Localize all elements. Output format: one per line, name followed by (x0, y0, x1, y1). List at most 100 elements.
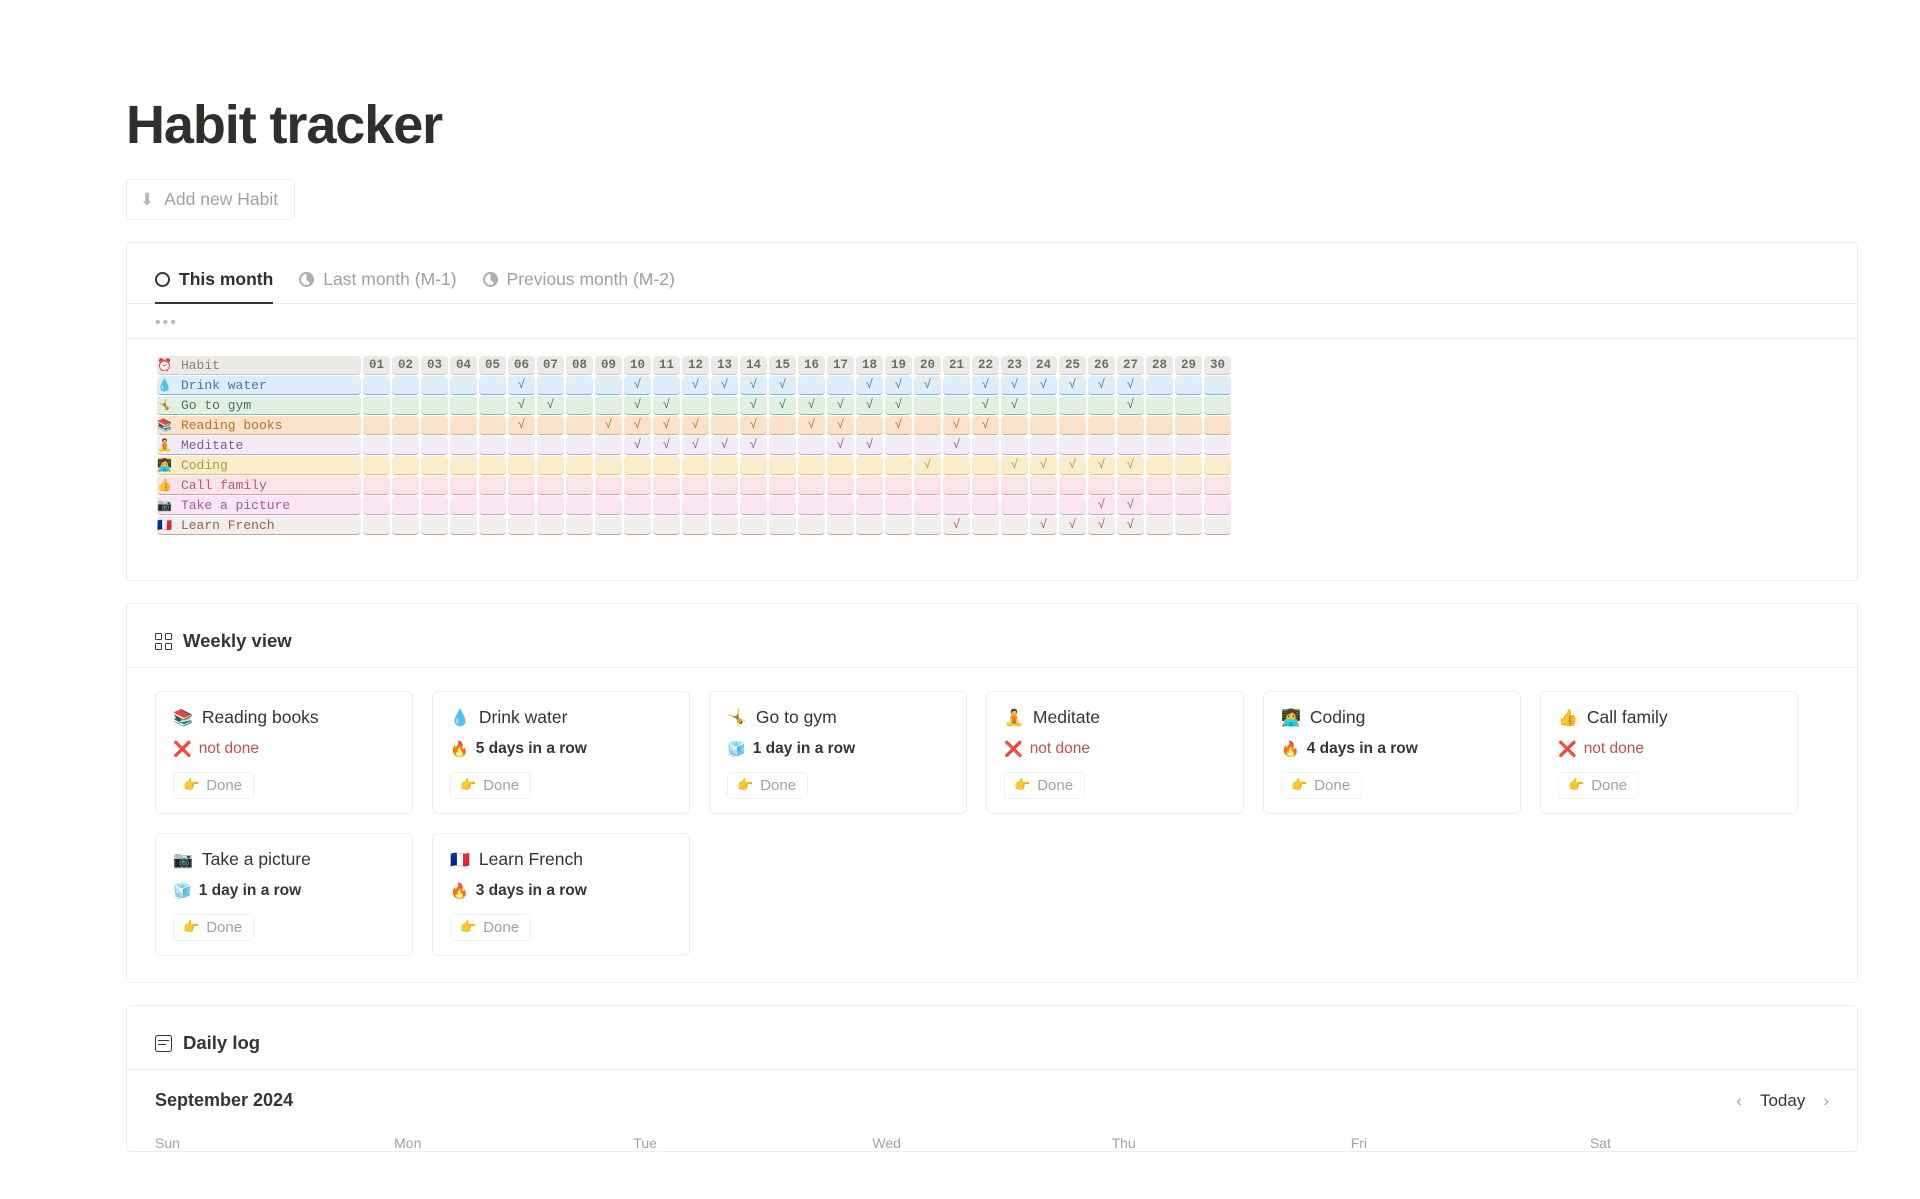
matrix-day-cell[interactable] (363, 476, 390, 496)
matrix-day-cell[interactable] (1204, 396, 1231, 416)
matrix-day-cell[interactable]: √ (1030, 456, 1057, 476)
matrix-day-cell[interactable] (1001, 516, 1028, 536)
matrix-day-cell[interactable] (421, 376, 448, 396)
matrix-day-cell[interactable] (914, 396, 941, 416)
matrix-day-cell[interactable] (943, 456, 970, 476)
matrix-day-cell[interactable] (1030, 436, 1057, 456)
matrix-day-cell[interactable] (827, 496, 854, 516)
matrix-day-cell[interactable]: √ (972, 396, 999, 416)
matrix-day-cell[interactable] (537, 376, 564, 396)
matrix-day-cell[interactable]: √ (856, 376, 883, 396)
matrix-day-cell[interactable]: √ (972, 376, 999, 396)
matrix-day-cell[interactable] (595, 516, 622, 536)
matrix-day-cell[interactable] (885, 456, 912, 476)
matrix-day-cell[interactable] (363, 416, 390, 436)
matrix-day-cell[interactable]: √ (508, 396, 535, 416)
matrix-day-cell[interactable] (769, 456, 796, 476)
matrix-day-cell[interactable] (1088, 436, 1115, 456)
matrix-day-cell[interactable] (1146, 456, 1173, 476)
matrix-day-cell[interactable] (914, 436, 941, 456)
matrix-day-cell[interactable] (1146, 436, 1173, 456)
mark-done-button[interactable]: 👉 Done (173, 914, 255, 942)
matrix-day-cell[interactable] (1175, 396, 1202, 416)
matrix-day-cell[interactable] (1030, 496, 1057, 516)
matrix-day-cell[interactable]: √ (508, 416, 535, 436)
matrix-day-cell[interactable] (682, 516, 709, 536)
matrix-row-label[interactable]: 👍 Call family (157, 476, 361, 496)
matrix-day-cell[interactable] (1146, 496, 1173, 516)
matrix-day-cell[interactable] (1059, 396, 1086, 416)
matrix-day-cell[interactable] (1030, 416, 1057, 436)
matrix-day-cell[interactable] (566, 456, 593, 476)
mark-done-button[interactable]: 👉 Done (450, 772, 532, 800)
matrix-day-cell[interactable] (740, 456, 767, 476)
chevron-right-icon[interactable]: › (1823, 1091, 1829, 1111)
matrix-day-cell[interactable]: √ (856, 436, 883, 456)
more-options-icon[interactable]: ••• (155, 315, 1857, 331)
matrix-day-cell[interactable] (798, 496, 825, 516)
mark-done-button[interactable]: 👉 Done (450, 914, 532, 942)
matrix-day-cell[interactable]: √ (769, 396, 796, 416)
matrix-day-cell[interactable] (421, 496, 448, 516)
matrix-day-cell[interactable] (914, 476, 941, 496)
matrix-day-cell[interactable]: √ (624, 416, 651, 436)
matrix-day-cell[interactable] (566, 516, 593, 536)
matrix-day-cell[interactable] (1175, 516, 1202, 536)
matrix-day-cell[interactable] (769, 416, 796, 436)
matrix-day-cell[interactable] (421, 516, 448, 536)
matrix-day-cell[interactable] (827, 516, 854, 536)
matrix-day-cell[interactable]: √ (740, 396, 767, 416)
matrix-day-cell[interactable]: √ (769, 376, 796, 396)
matrix-day-cell[interactable] (537, 516, 564, 536)
matrix-day-cell[interactable]: √ (508, 376, 535, 396)
matrix-day-cell[interactable] (711, 496, 738, 516)
matrix-day-cell[interactable] (943, 496, 970, 516)
matrix-day-cell[interactable]: √ (1117, 456, 1144, 476)
matrix-day-cell[interactable] (972, 496, 999, 516)
matrix-day-cell[interactable] (827, 476, 854, 496)
matrix-day-cell[interactable] (1117, 416, 1144, 436)
matrix-day-cell[interactable]: √ (1117, 376, 1144, 396)
matrix-day-cell[interactable] (508, 456, 535, 476)
matrix-day-cell[interactable]: √ (1088, 376, 1115, 396)
matrix-day-cell[interactable] (450, 396, 477, 416)
matrix-day-cell[interactable] (392, 376, 419, 396)
matrix-day-cell[interactable] (1059, 416, 1086, 436)
matrix-day-cell[interactable] (363, 456, 390, 476)
matrix-day-cell[interactable]: √ (1030, 516, 1057, 536)
matrix-day-cell[interactable]: √ (943, 516, 970, 536)
matrix-day-cell[interactable] (1146, 376, 1173, 396)
matrix-day-cell[interactable] (769, 476, 796, 496)
matrix-day-cell[interactable] (682, 476, 709, 496)
matrix-day-cell[interactable] (566, 416, 593, 436)
matrix-day-cell[interactable] (885, 516, 912, 536)
matrix-day-cell[interactable] (711, 396, 738, 416)
matrix-row-label[interactable]: 👩‍💻 Coding (157, 456, 361, 476)
matrix-day-cell[interactable] (1088, 416, 1115, 436)
matrix-day-cell[interactable] (392, 416, 419, 436)
matrix-day-cell[interactable] (711, 456, 738, 476)
matrix-day-cell[interactable]: √ (1001, 396, 1028, 416)
matrix-day-cell[interactable] (943, 396, 970, 416)
matrix-day-cell[interactable] (711, 476, 738, 496)
matrix-day-cell[interactable] (537, 436, 564, 456)
matrix-day-cell[interactable]: √ (885, 396, 912, 416)
matrix-day-cell[interactable]: √ (682, 436, 709, 456)
matrix-day-cell[interactable]: √ (798, 416, 825, 436)
matrix-day-cell[interactable] (479, 456, 506, 476)
matrix-day-cell[interactable]: √ (653, 436, 680, 456)
matrix-day-cell[interactable] (885, 436, 912, 456)
tab-last-month[interactable]: Last month (M-1) (299, 269, 457, 303)
matrix-day-cell[interactable]: √ (943, 416, 970, 436)
matrix-day-cell[interactable] (769, 496, 796, 516)
matrix-day-cell[interactable] (392, 516, 419, 536)
matrix-row-label[interactable]: 📚 Reading books (157, 416, 361, 436)
matrix-day-cell[interactable]: √ (1088, 516, 1115, 536)
matrix-day-cell[interactable] (943, 476, 970, 496)
matrix-day-cell[interactable]: √ (682, 376, 709, 396)
mark-done-button[interactable]: 👉 Done (1281, 772, 1363, 800)
matrix-day-cell[interactable] (1001, 436, 1028, 456)
matrix-day-cell[interactable] (1030, 476, 1057, 496)
matrix-day-cell[interactable] (1175, 456, 1202, 476)
matrix-day-cell[interactable] (711, 516, 738, 536)
